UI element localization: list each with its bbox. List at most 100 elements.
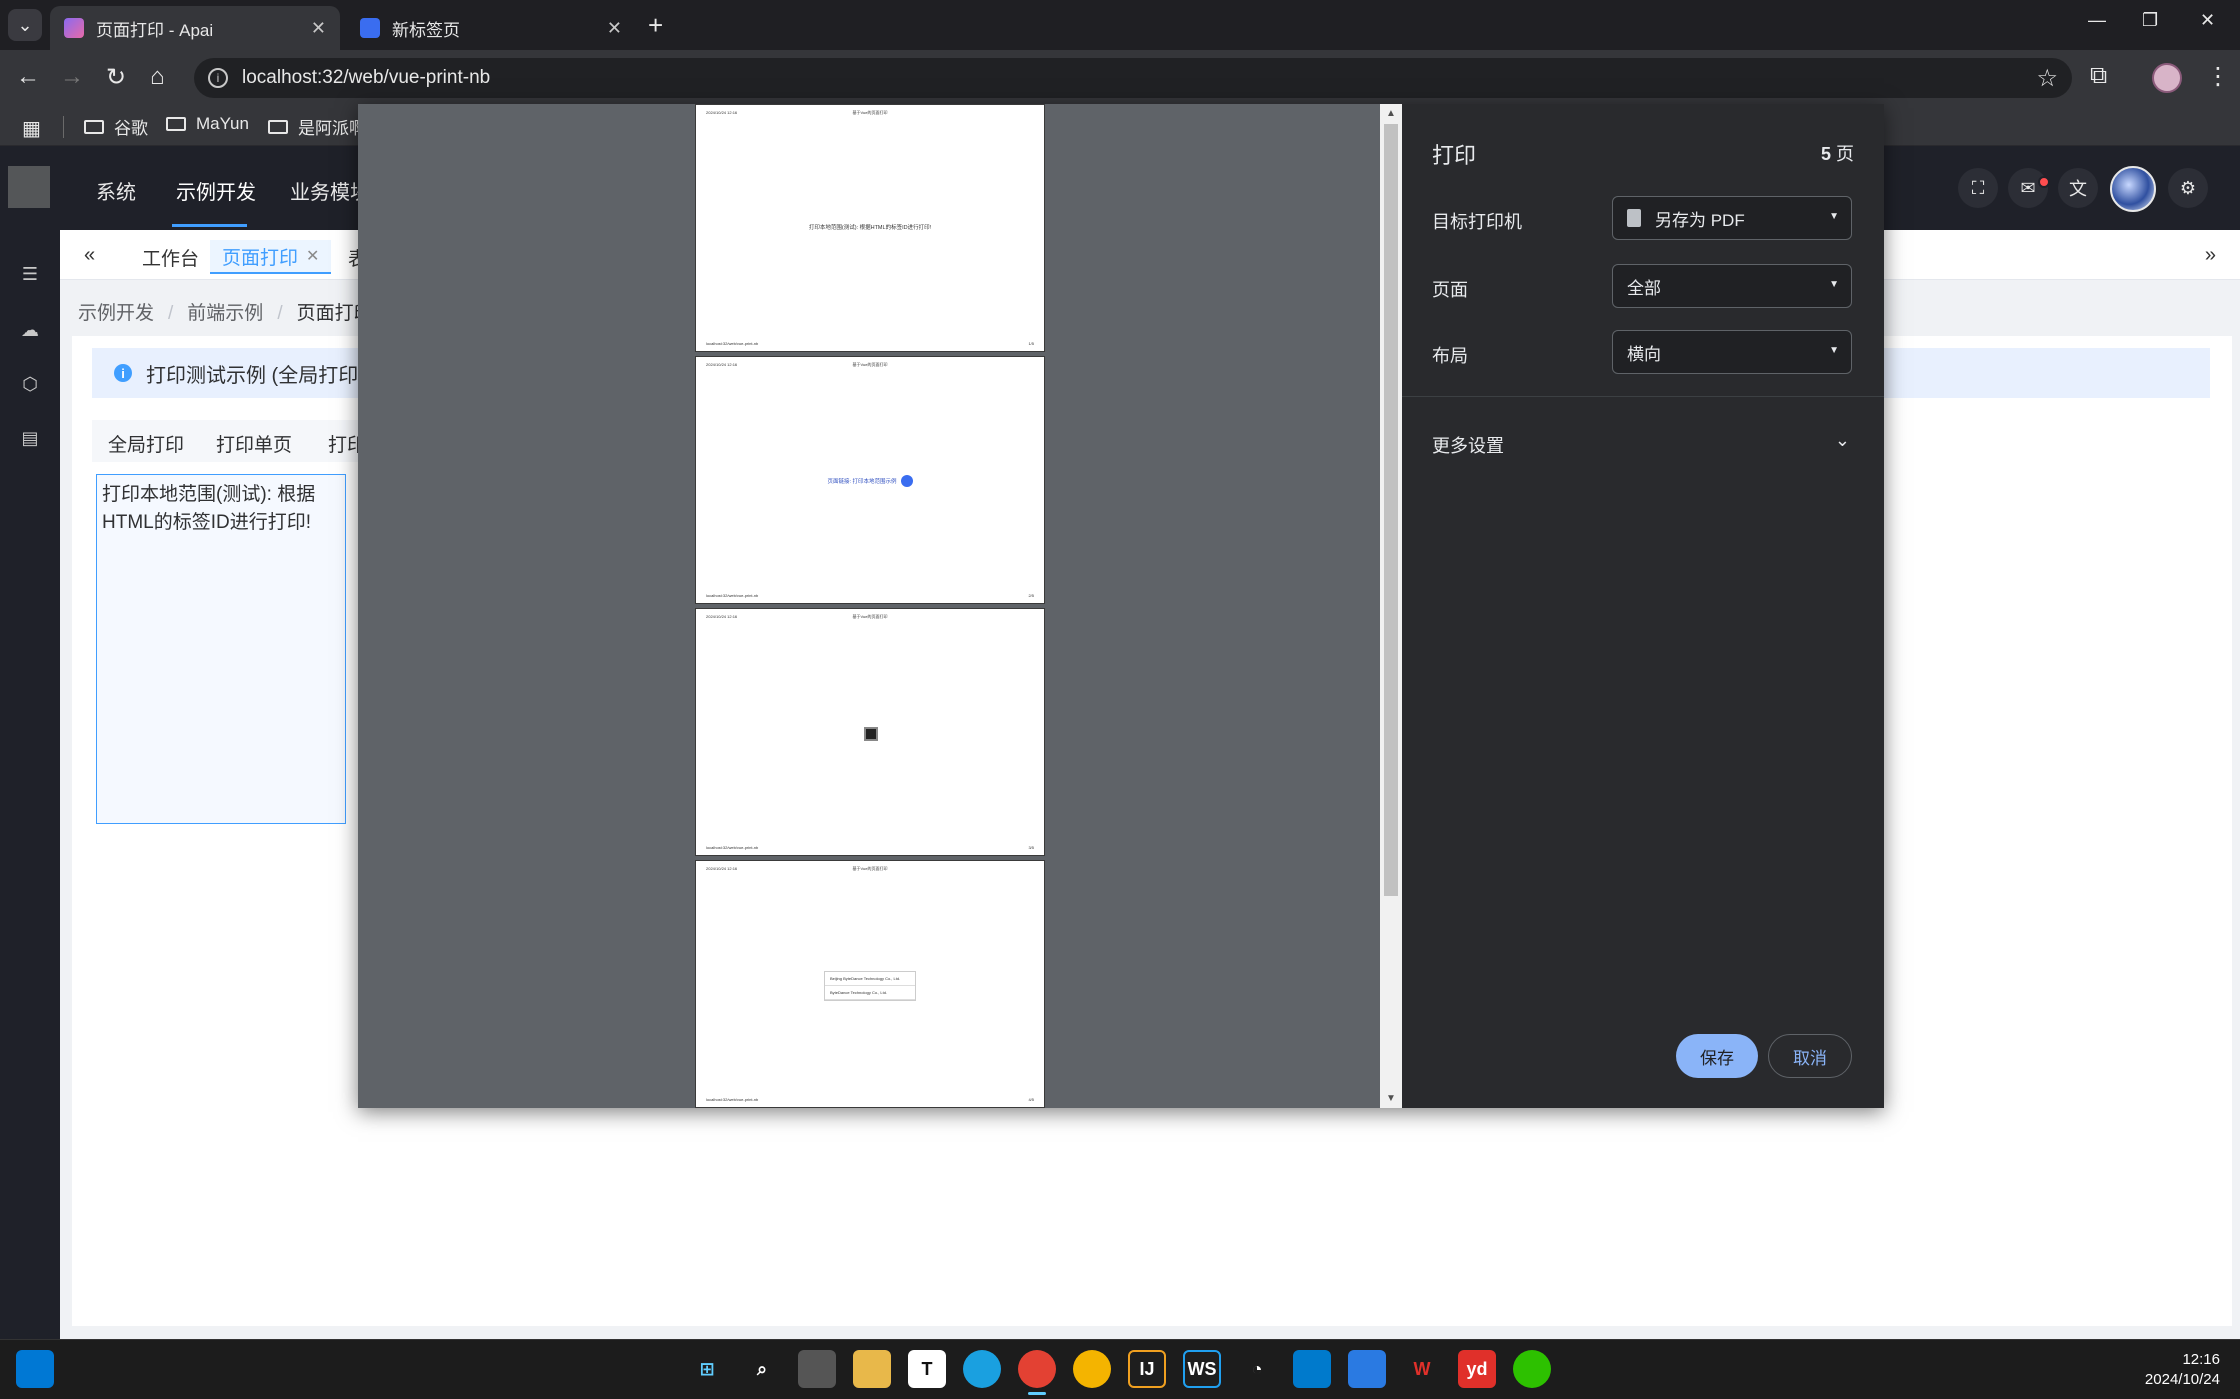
destination-select[interactable]: 另存为 PDF ▼ bbox=[1612, 196, 1852, 240]
sheet-page-number: 4/5 bbox=[1028, 1097, 1034, 1102]
sheet-table-row: ByteDance Technology Co., Ltd. bbox=[825, 986, 915, 1000]
bookmark-item[interactable]: 谷歌 bbox=[84, 114, 148, 139]
page-count: 5 页 bbox=[1821, 140, 1854, 166]
close-tab-icon[interactable]: ✕ bbox=[607, 18, 622, 39]
page-tab-print[interactable]: 页面打印 ✕ bbox=[210, 240, 332, 274]
reload-icon[interactable]: ↻ bbox=[106, 63, 126, 92]
pages-value: 全部 bbox=[1627, 278, 1661, 298]
topnav-active-indicator bbox=[172, 224, 247, 227]
close-tab-icon[interactable]: ✕ bbox=[311, 18, 326, 39]
dropdown-caret-icon: ▼ bbox=[1829, 345, 1839, 356]
save-button[interactable]: 保存 bbox=[1676, 1034, 1758, 1078]
destination-label: 目标打印机 bbox=[1432, 212, 1522, 232]
bookmark-label: 谷歌 bbox=[114, 119, 148, 138]
app-sidebar: ☰ ☁ ⬡ ▤ › bbox=[0, 230, 60, 1399]
pages-select[interactable]: 全部 ▼ bbox=[1612, 264, 1852, 308]
global-print-button[interactable]: 全局打印 bbox=[108, 430, 184, 457]
fullscreen-icon[interactable]: ⛶ bbox=[1958, 168, 1998, 208]
youdao-icon[interactable]: yd bbox=[1458, 1350, 1496, 1388]
close-tab-icon[interactable]: ✕ bbox=[306, 246, 319, 266]
file-explorer-icon[interactable] bbox=[853, 1350, 891, 1388]
breadcrumb-item[interactable]: 示例开发 bbox=[78, 303, 154, 324]
tab-search-button[interactable]: ⌄ bbox=[8, 9, 42, 41]
print-single-page-button[interactable]: 打印单页 bbox=[216, 430, 292, 457]
qq-icon[interactable]: ◔ bbox=[1238, 1350, 1276, 1388]
wps-icon[interactable]: W bbox=[1403, 1350, 1441, 1388]
settings-divider bbox=[1402, 396, 1884, 397]
tabs-scroll-left-icon[interactable]: « bbox=[84, 244, 95, 267]
menu-kebab-icon[interactable]: ⋮ bbox=[2206, 62, 2230, 91]
profile-avatar[interactable] bbox=[2152, 63, 2182, 93]
message-icon[interactable]: ✉ bbox=[2008, 168, 2048, 208]
cancel-button[interactable]: 取消 bbox=[1768, 1034, 1852, 1078]
back-icon[interactable]: ← bbox=[16, 63, 40, 91]
search-icon[interactable]: ⌕ bbox=[743, 1350, 781, 1388]
minimize-icon[interactable]: — bbox=[2088, 10, 2106, 31]
chrome-dev-icon[interactable] bbox=[1073, 1350, 1111, 1388]
cloud-icon[interactable]: ☁ bbox=[18, 320, 42, 344]
cube-icon[interactable]: ⬡ bbox=[18, 374, 42, 398]
browser-tabstrip: ⌄ 页面打印 - Apai ✕ 新标签页 ✕ + — ❐ ✕ bbox=[0, 0, 2240, 50]
sheet-footer-url: localhost:32/web/vue-print-nb bbox=[706, 845, 759, 850]
bookmark-star-icon[interactable]: ☆ bbox=[2036, 64, 2058, 93]
site-info-icon[interactable]: i bbox=[208, 68, 228, 88]
edge-icon[interactable] bbox=[963, 1350, 1001, 1388]
restore-icon[interactable]: ❐ bbox=[2142, 10, 2158, 31]
scroll-up-icon[interactable]: ▲ bbox=[1386, 108, 1396, 119]
forward-icon[interactable]: → bbox=[60, 63, 84, 91]
widgets-icon[interactable] bbox=[16, 1350, 54, 1388]
webstorm-icon[interactable]: WS bbox=[1183, 1350, 1221, 1388]
user-avatar[interactable] bbox=[2110, 166, 2156, 212]
bookmark-label: MaYun bbox=[196, 114, 249, 133]
app-logo[interactable] bbox=[8, 166, 50, 208]
topnav-system[interactable]: 系统 bbox=[96, 176, 136, 205]
bookmark-item[interactable]: MaYun bbox=[166, 114, 249, 134]
breadcrumb-item[interactable]: 前端示例 bbox=[187, 303, 263, 324]
page-tab-workbench[interactable]: 工作台 bbox=[130, 240, 211, 274]
destination-value: 另存为 PDF bbox=[1655, 210, 1745, 230]
layout-label: 布局 bbox=[1432, 346, 1468, 366]
wechat-icon[interactable] bbox=[1513, 1350, 1551, 1388]
document-icon[interactable]: ▤ bbox=[18, 428, 42, 452]
folder-icon bbox=[84, 119, 104, 134]
sheet-table: Beijing ByteDance Technology Co., Ltd. B… bbox=[824, 971, 916, 1001]
chevron-down-icon[interactable]: ⌄ bbox=[1835, 430, 1850, 451]
clock-time: 12:16 bbox=[2182, 1351, 2220, 1368]
tabs-scroll-right-icon[interactable]: » bbox=[2205, 244, 2216, 267]
start-windows-icon[interactable]: ⊞ bbox=[688, 1350, 726, 1388]
new-tab-icon[interactable]: + bbox=[648, 10, 663, 41]
more-settings-toggle[interactable]: 更多设置 bbox=[1432, 432, 1504, 458]
extensions-icon[interactable]: ⧉ bbox=[2090, 62, 2107, 90]
preview-scrollbar[interactable]: ▲ ▼ bbox=[1380, 104, 1402, 1108]
bookmarks-divider bbox=[63, 116, 64, 138]
feishu-icon[interactable] bbox=[1348, 1350, 1386, 1388]
settings-gear-icon[interactable]: ⚙ bbox=[2168, 168, 2208, 208]
layout-select[interactable]: 横向 ▼ bbox=[1612, 330, 1852, 374]
close-window-icon[interactable]: ✕ bbox=[2200, 10, 2215, 31]
clock-date: 2024/10/24 bbox=[2144, 1371, 2220, 1388]
browser-tab-active[interactable]: 页面打印 - Apai ✕ bbox=[50, 6, 340, 50]
scrollbar-thumb[interactable] bbox=[1384, 124, 1398, 896]
home-icon[interactable]: ⌂ bbox=[150, 63, 165, 91]
system-clock[interactable]: 12:16 2024/10/24 bbox=[2145, 1350, 2220, 1390]
sheet-table-row: Beijing ByteDance Technology Co., Ltd. bbox=[825, 972, 915, 986]
typora-icon[interactable]: T bbox=[908, 1350, 946, 1388]
browser-tab-newtab[interactable]: 新标签页 ✕ bbox=[346, 6, 636, 50]
translate-icon[interactable]: 文 bbox=[2058, 168, 2098, 208]
intellij-icon[interactable]: IJ bbox=[1128, 1350, 1166, 1388]
print-button-group: 全局打印 打印单页 打印 bbox=[92, 420, 392, 462]
topnav-examples[interactable]: 示例开发 bbox=[176, 176, 256, 205]
apps-grid-icon[interactable]: ▦ bbox=[22, 116, 41, 141]
sheet-header: 基于Vue的页面打印 bbox=[852, 866, 888, 871]
folder-icon bbox=[268, 119, 288, 134]
menu-list-icon[interactable]: ☰ bbox=[18, 264, 42, 288]
bookmark-item[interactable]: 是阿派啊 bbox=[268, 114, 366, 139]
task-view-icon[interactable] bbox=[798, 1350, 836, 1388]
sheet-body: 页面链接: 打印本地范围示例 bbox=[696, 475, 1044, 487]
vscode-icon[interactable] bbox=[1293, 1350, 1331, 1388]
breadcrumb: 示例开发 / 前端示例 / 页面打印 bbox=[78, 303, 373, 324]
chrome-icon[interactable] bbox=[1018, 1350, 1056, 1388]
print-preview: 2024/10/24 12:16 基于Vue的页面打印 打印本地范围(测试): … bbox=[358, 104, 1402, 1108]
address-bar[interactable]: i localhost:32/web/vue-print-nb ☆ bbox=[194, 58, 2072, 98]
scroll-down-icon[interactable]: ▼ bbox=[1386, 1093, 1396, 1104]
